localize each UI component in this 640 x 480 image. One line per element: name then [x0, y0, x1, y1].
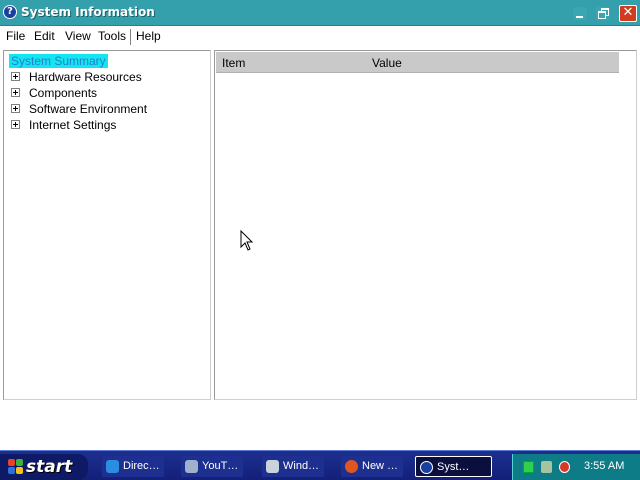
taskbar: start Direc… YouT… Wind… New … Syst… 3:5… [0, 450, 640, 480]
taskbar-button-directx[interactable]: Direc… [102, 456, 164, 477]
window-title: System Information [21, 5, 155, 19]
satellite-icon [185, 460, 198, 473]
tree-item-system-summary[interactable]: System Summary [9, 54, 108, 68]
details-list[interactable]: Item Value [214, 50, 637, 400]
internet-explorer-icon [106, 460, 119, 473]
task-label: Syst… [437, 461, 470, 473]
computer-icon [266, 460, 279, 473]
list-header: Item Value [216, 52, 619, 73]
tree-item-label: Software Environment [29, 102, 148, 116]
start-button[interactable]: start [0, 454, 88, 480]
firefox-icon [345, 460, 358, 473]
windows-logo-icon [8, 459, 24, 475]
expand-plus-icon[interactable] [11, 88, 20, 97]
tree-item-label: Internet Settings [29, 118, 117, 132]
close-button[interactable]: ✕ [619, 5, 637, 22]
column-header-value[interactable]: Value [372, 56, 402, 70]
mouse-pointer-icon [240, 230, 254, 251]
taskbar-button-system-information[interactable]: Syst… [415, 456, 492, 477]
menu-help[interactable]: Help [135, 28, 162, 44]
expand-plus-icon[interactable] [11, 120, 20, 129]
tree-item-label: Components [29, 86, 98, 100]
help-icon [420, 461, 433, 474]
taskbar-button-new[interactable]: New … [341, 456, 403, 477]
task-label: Wind… [283, 460, 320, 472]
menu-bar: File Edit View Tools Help [0, 26, 640, 46]
taskbar-button-youtube[interactable]: YouT… [181, 456, 243, 477]
expand-plus-icon[interactable] [11, 104, 20, 113]
menu-tools[interactable]: Tools [97, 28, 127, 44]
start-label: start [26, 457, 73, 477]
task-label: YouT… [202, 460, 239, 472]
taskbar-button-windows[interactable]: Wind… [262, 456, 324, 477]
desktop-screen: ? System Information ✕ File Edit View To… [0, 0, 640, 480]
menu-separator [130, 29, 131, 45]
menu-edit[interactable]: Edit [33, 28, 56, 44]
help-icon: ? [3, 5, 17, 19]
minimize-button[interactable] [573, 7, 587, 20]
safely-remove-hardware-icon[interactable] [541, 461, 552, 473]
clock[interactable]: 3:55 AM [584, 460, 624, 472]
network-icon[interactable] [523, 461, 534, 473]
category-tree[interactable]: System Summary Hardware Resources Compon… [3, 50, 211, 400]
title-bar[interactable]: ? System Information ✕ [0, 0, 640, 26]
system-tray: 3:55 AM [512, 454, 640, 480]
menu-view[interactable]: View [64, 28, 92, 44]
security-alert-icon[interactable] [559, 461, 570, 473]
restore-button[interactable] [596, 7, 610, 20]
menu-file[interactable]: File [5, 28, 26, 44]
expand-plus-icon[interactable] [11, 72, 20, 81]
column-header-item[interactable]: Item [222, 56, 245, 70]
tree-item-label: Hardware Resources [29, 70, 142, 84]
task-label: New … [362, 460, 399, 472]
task-label: Direc… [123, 460, 160, 472]
